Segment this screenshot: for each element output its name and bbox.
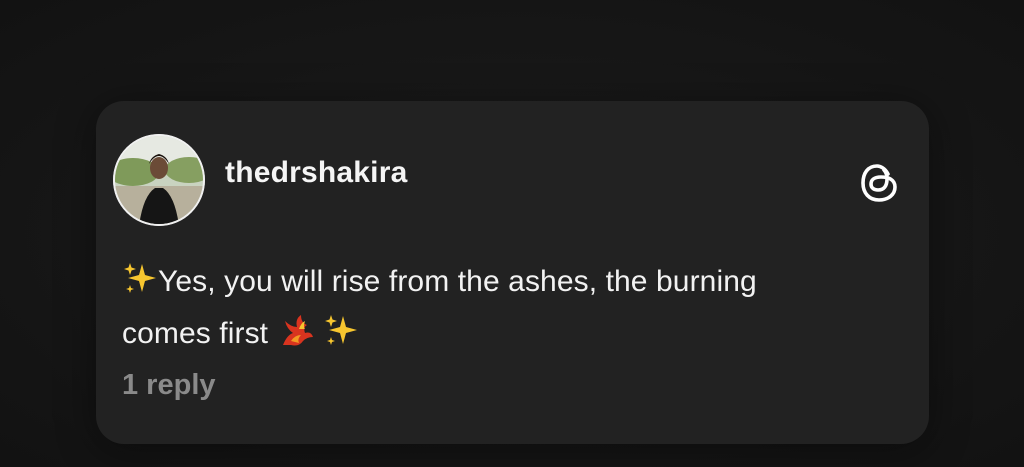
sparkles-icon (323, 313, 359, 363)
threads-logo-icon[interactable] (859, 161, 899, 205)
phoenix-icon (277, 311, 315, 363)
reply-count-link[interactable]: 1 reply (122, 369, 216, 402)
post-text-line2: comes first (122, 317, 269, 350)
post-text-line1: Yes, you will rise from the ashes, the b… (158, 265, 757, 298)
username[interactable]: thedrshakira (225, 156, 407, 190)
thread-post-card[interactable]: thedrshakira Yes, you will rise from the… (96, 101, 929, 444)
screen: thedrshakira Yes, you will rise from the… (0, 0, 1024, 467)
avatar-photo (113, 134, 205, 226)
sparkles-icon (122, 261, 158, 311)
avatar[interactable] (113, 134, 205, 226)
post-text: Yes, you will rise from the ashes, the b… (122, 259, 882, 363)
